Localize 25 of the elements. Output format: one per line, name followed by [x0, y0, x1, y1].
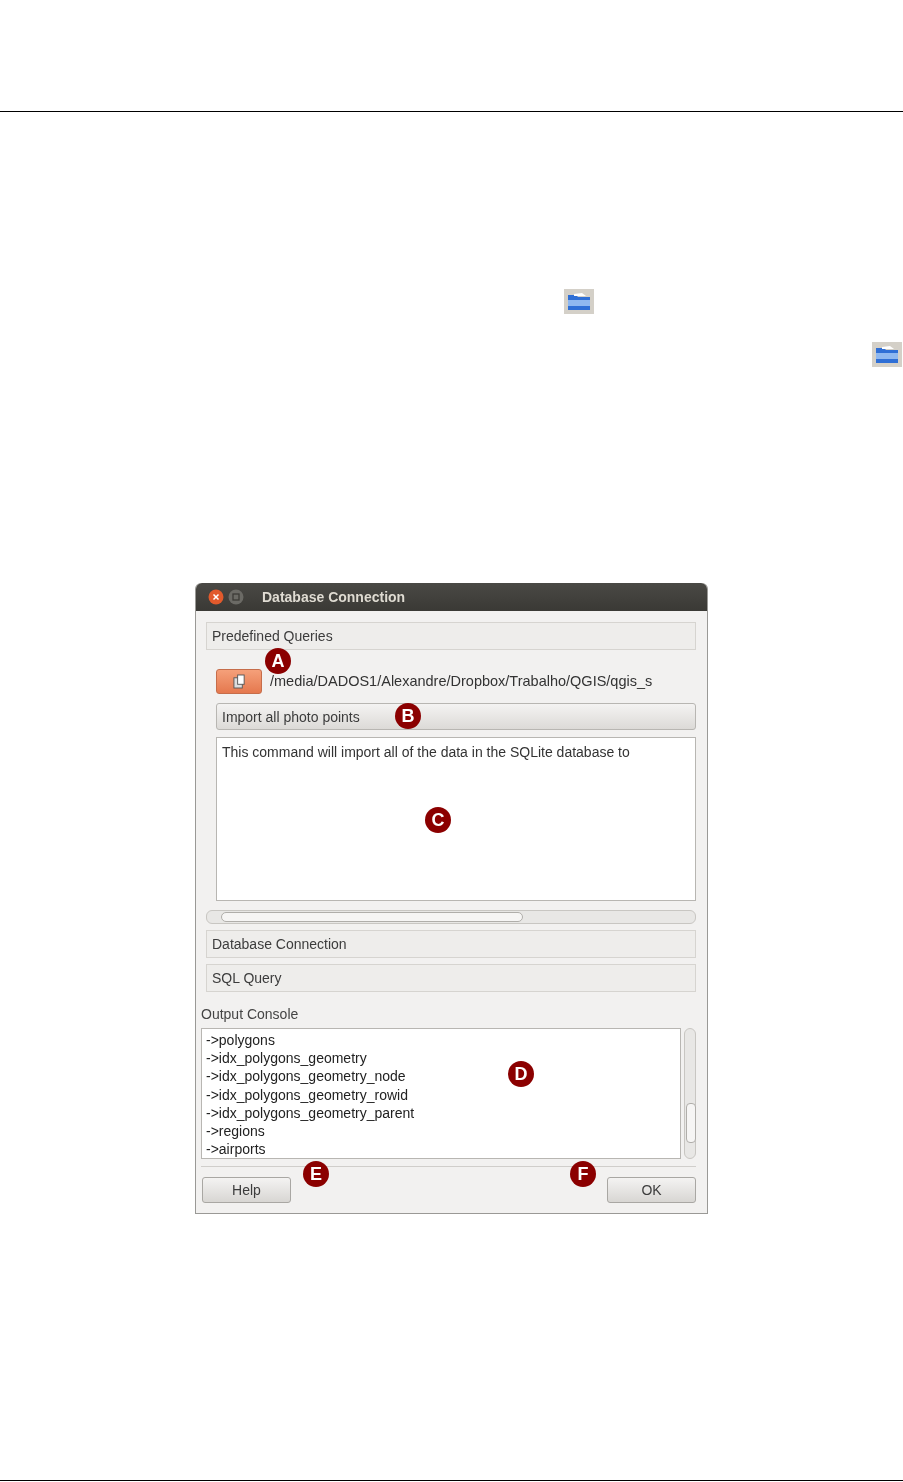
horizontal-scrollbar[interactable]	[206, 910, 696, 924]
console-line: ->idx_polygons_geometry_rowid	[206, 1085, 408, 1104]
help-button[interactable]: Help	[202, 1177, 291, 1203]
console-line: ->idx_polygons_geometry	[206, 1049, 367, 1068]
console-label: Output Console	[201, 1006, 300, 1022]
window-title: Database Connection	[262, 589, 406, 605]
callout-marker: E	[303, 1161, 329, 1187]
vertical-scrollbar[interactable]	[684, 1028, 696, 1159]
database-path: /media/DADOS1/Alexandre/Dropbox/Trabalho/QGIS/qgis_s	[270, 673, 653, 689]
section-header[interactable]: Database Connection	[206, 930, 696, 958]
folder-icon	[564, 289, 594, 314]
section-header[interactable]: Predefined Queries	[206, 622, 696, 650]
clipboard-icon	[232, 673, 246, 689]
close-icon[interactable]	[208, 589, 224, 605]
ok-button[interactable]: OK	[607, 1177, 696, 1203]
section-header[interactable]: SQL Query	[206, 964, 696, 992]
console-line: ->airports	[206, 1140, 266, 1159]
console-line: ->idx_polygons_geometry_node	[206, 1067, 406, 1086]
callout-marker: F	[570, 1161, 596, 1187]
callout-marker: A	[265, 648, 291, 674]
console-line: ->idx_polygons_geometry_parent	[206, 1103, 415, 1122]
console-line: ->regions	[206, 1122, 265, 1141]
paste-button[interactable]	[216, 668, 262, 694]
console-line: ->polygons	[206, 1031, 275, 1050]
description-text: This command will import all of the data in the SQLite database to	[222, 744, 630, 760]
